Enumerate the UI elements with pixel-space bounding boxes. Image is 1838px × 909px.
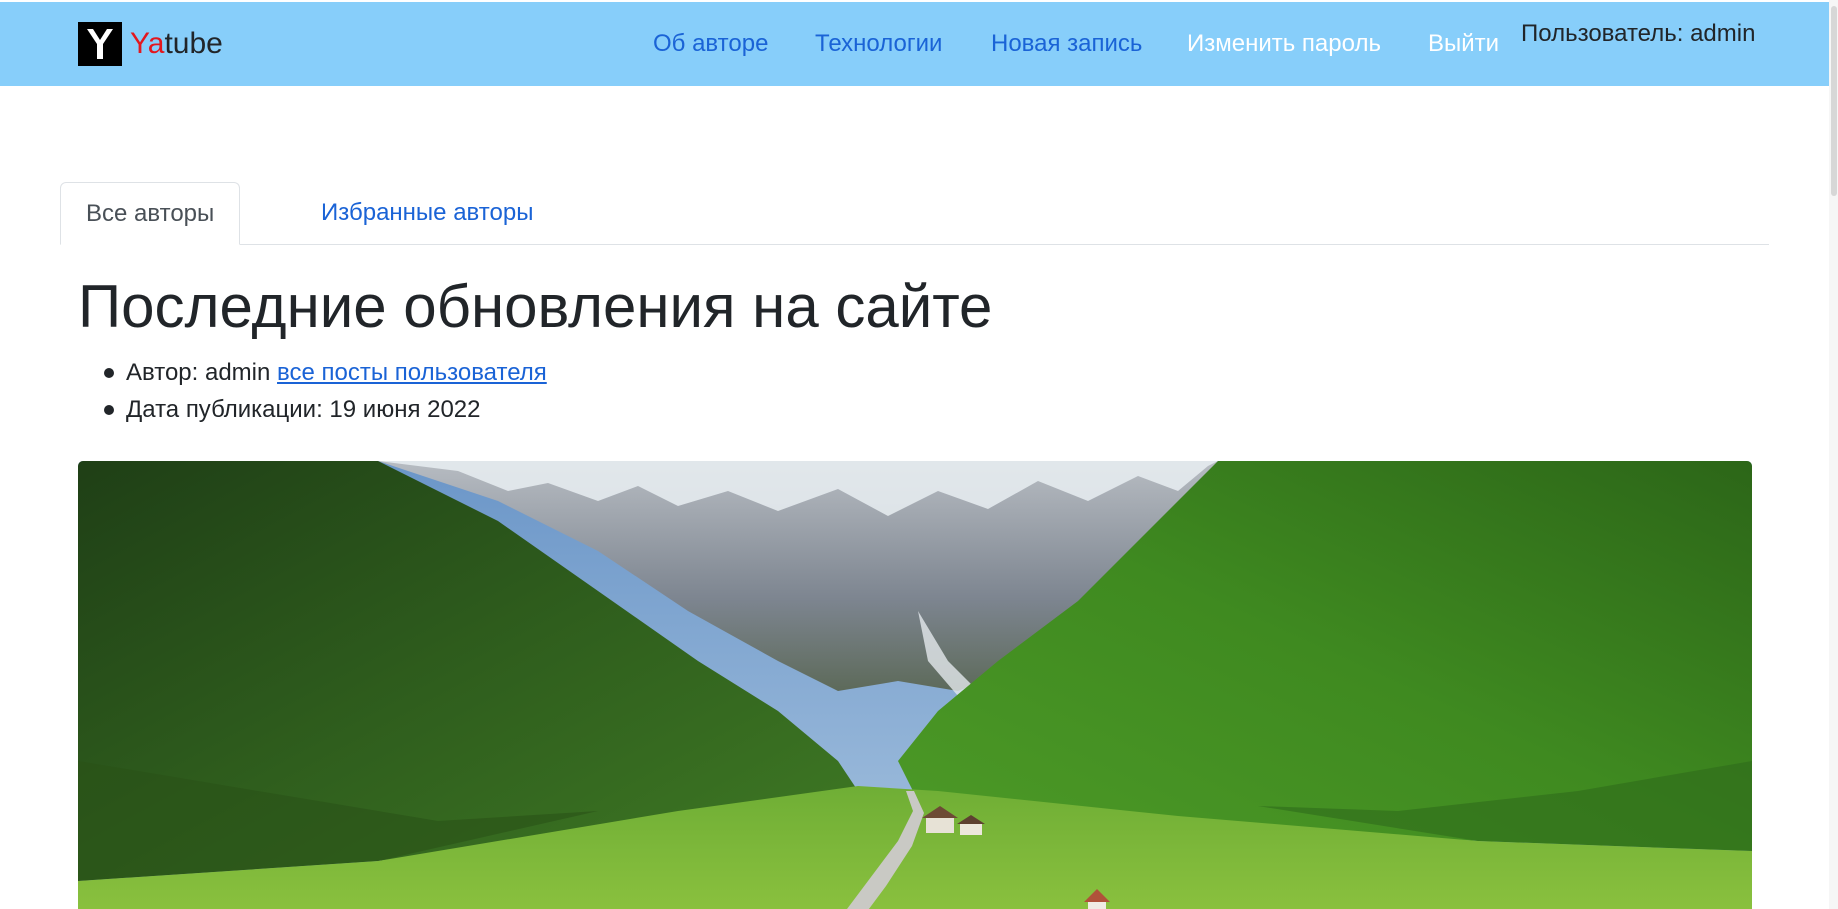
page: Yatube Об авторе Технологии Новая запись…	[0, 0, 1838, 909]
post-date-text: Дата публикации: 19 июня 2022	[126, 396, 481, 423]
tab-all-authors[interactable]: Все авторы	[60, 182, 241, 245]
navbar: Yatube Об авторе Технологии Новая запись…	[0, 2, 1836, 86]
post-author-text: Автор: admin	[126, 359, 271, 386]
nav-new-post[interactable]: Новая запись	[991, 30, 1142, 58]
nav-logout[interactable]: Выйти	[1428, 30, 1499, 58]
post-image	[78, 461, 1752, 909]
nav-change-password[interactable]: Изменить пароль	[1187, 30, 1381, 58]
scrollbar-thumb[interactable]	[1831, 6, 1837, 196]
post-meta-list: Автор: admin все посты пользователя Дата…	[100, 354, 547, 428]
tab-favorite-authors[interactable]: Избранные авторы	[296, 182, 558, 244]
page-title: Последние обновления на сайте	[78, 273, 993, 340]
mountain-valley-image	[78, 461, 1752, 909]
nav-technologies[interactable]: Технологии	[815, 30, 942, 58]
nav-about-author[interactable]: Об авторе	[653, 30, 768, 58]
post-date-item: Дата публикации: 19 июня 2022	[100, 391, 547, 428]
page-scrollbar[interactable]	[1829, 0, 1838, 909]
author-tabs: Все авторы Избранные авторы	[60, 182, 1769, 245]
current-user-label: Пользователь: admin	[1521, 20, 1756, 47]
author-posts-link[interactable]: все посты пользователя	[277, 359, 547, 386]
post-author-item: Автор: admin все посты пользователя	[100, 354, 547, 391]
